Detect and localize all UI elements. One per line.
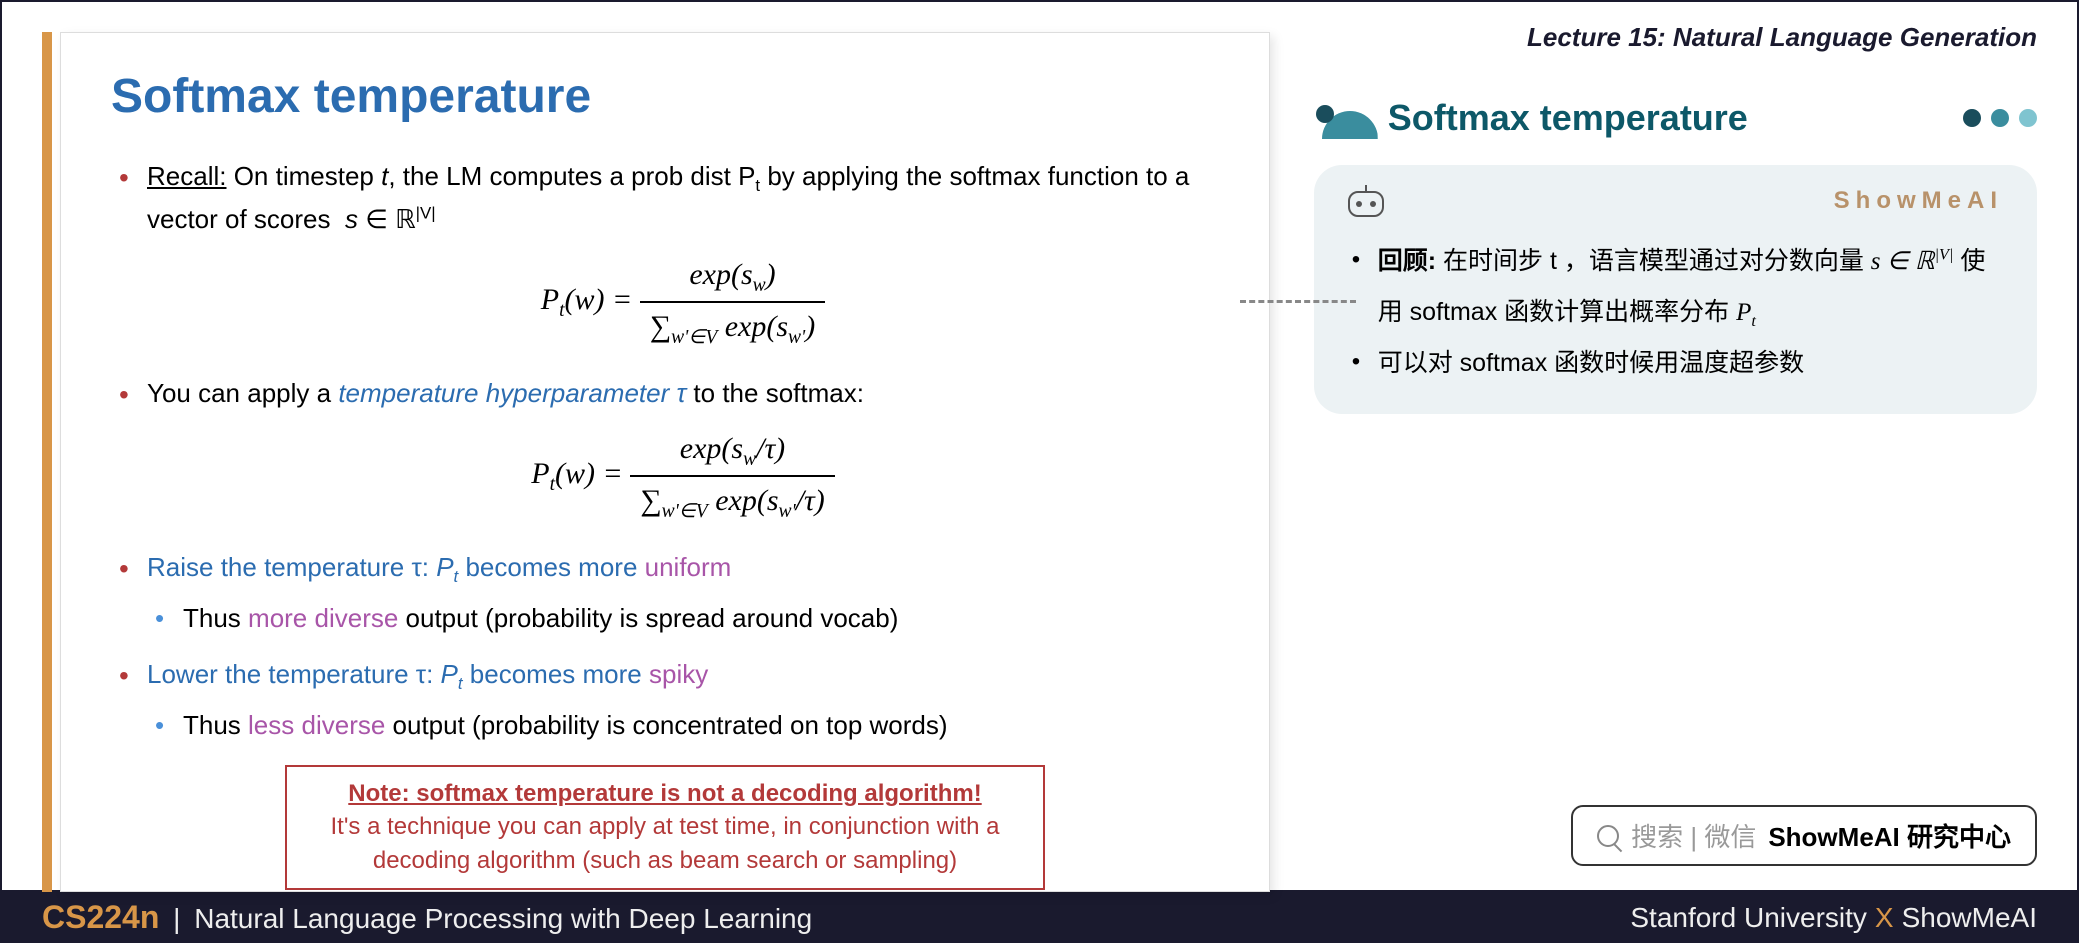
university: Stanford University xyxy=(1630,902,1867,933)
formula-softmax: Pt(w) = exp(sw)∑w'∈V exp(sw') xyxy=(147,251,1219,353)
footer-right: Stanford UniversityXShowMeAI xyxy=(1630,902,2037,934)
decorative-dots xyxy=(1963,109,2037,127)
bullet-lower: Lower the temperature τ: Pt becomes more… xyxy=(111,654,1219,747)
b2c: to the softmax: xyxy=(686,378,864,408)
bullet-temperature: You can apply a temperature hyperparamet… xyxy=(111,373,1219,527)
slide-panel: Softmax temperature Recall: On timestep … xyxy=(2,2,1284,890)
connector-line xyxy=(1240,300,1356,303)
bullet-raise: Raise the temperature τ: Pt becomes more… xyxy=(111,547,1219,640)
recall-label: Recall: xyxy=(147,161,226,191)
topic-icon xyxy=(1314,93,1374,143)
answer-list: 回顾: 在时间步 t ，语言模型通过对分数向量 s ∈ ℝ|V| 使用 soft… xyxy=(1348,236,2003,388)
slide-title: Softmax temperature xyxy=(111,69,1219,124)
note-title: Note: softmax temperature is not a decod… xyxy=(311,777,1019,811)
recall-text: On timestep t, the LM computes a prob di… xyxy=(147,161,1189,234)
bullet-recall: Recall: On timestep t, the LM computes a… xyxy=(111,156,1219,353)
footer: CS224n | Natural Language Processing wit… xyxy=(0,892,2079,943)
partner: ShowMeAI xyxy=(1902,902,2037,933)
raise-sublist: Thus more diverse output (probability is… xyxy=(147,598,1219,640)
formula-temperature: Pt(w) = exp(sw/τ)∑w'∈V exp(sw'/τ) xyxy=(147,425,1219,527)
slide-content: Softmax temperature Recall: On timestep … xyxy=(60,32,1270,892)
lecture-label: Lecture 15: Natural Language Generation xyxy=(1314,22,2037,53)
search-bold-text: ShowMeAI 研究中心 xyxy=(1768,817,2011,854)
course-title: Natural Language Processing with Deep Le… xyxy=(194,903,812,934)
main-container: Softmax temperature Recall: On timestep … xyxy=(0,0,2079,892)
search-placeholder: 搜索 | 微信 xyxy=(1631,817,1756,854)
topic-header: Softmax temperature xyxy=(1314,93,2037,143)
footer-left: CS224n | Natural Language Processing wit… xyxy=(42,899,812,936)
note-body: It's a technique you can apply at test t… xyxy=(311,810,1019,877)
answer-item-2: 可以对 softmax 函数时候用温度超参数 xyxy=(1348,338,2003,388)
robot-icon xyxy=(1348,191,1384,217)
lower-sub: Thus less diverse output (probability is… xyxy=(147,705,1219,747)
showmeai-brand: ShowMeAI xyxy=(1834,187,2003,215)
lower-text: Lower the temperature τ: Pt becomes more xyxy=(147,659,649,689)
raise-text: Raise the temperature τ: Pt becomes more xyxy=(147,552,645,582)
search-icon xyxy=(1597,825,1619,847)
answer-item-1: 回顾: 在时间步 t ，语言模型通过对分数向量 s ∈ ℝ|V| 使用 soft… xyxy=(1348,236,2003,338)
lower-kw: spiky xyxy=(649,659,708,689)
note-box: Note: softmax temperature is not a decod… xyxy=(285,765,1045,890)
accent-bar xyxy=(42,32,52,892)
topic-title: Softmax temperature xyxy=(1388,97,1748,139)
lower-sublist: Thus less diverse output (probability is… xyxy=(147,705,1219,747)
course-code: CS224n xyxy=(42,899,159,935)
search-box[interactable]: 搜索 | 微信 ShowMeAI 研究中心 xyxy=(1571,805,2037,866)
b2b: temperature hyperparameter τ xyxy=(338,378,686,408)
bullet-list: Recall: On timestep t, the LM computes a… xyxy=(111,156,1219,747)
answer-box: ShowMeAI 回顾: 在时间步 t ，语言模型通过对分数向量 s ∈ ℝ|V… xyxy=(1314,165,2037,414)
raise-sub: Thus more diverse output (probability is… xyxy=(147,598,1219,640)
sidebar-panel: Lecture 15: Natural Language Generation … xyxy=(1284,2,2077,890)
b2a: You can apply a xyxy=(147,378,338,408)
raise-kw: uniform xyxy=(645,552,732,582)
